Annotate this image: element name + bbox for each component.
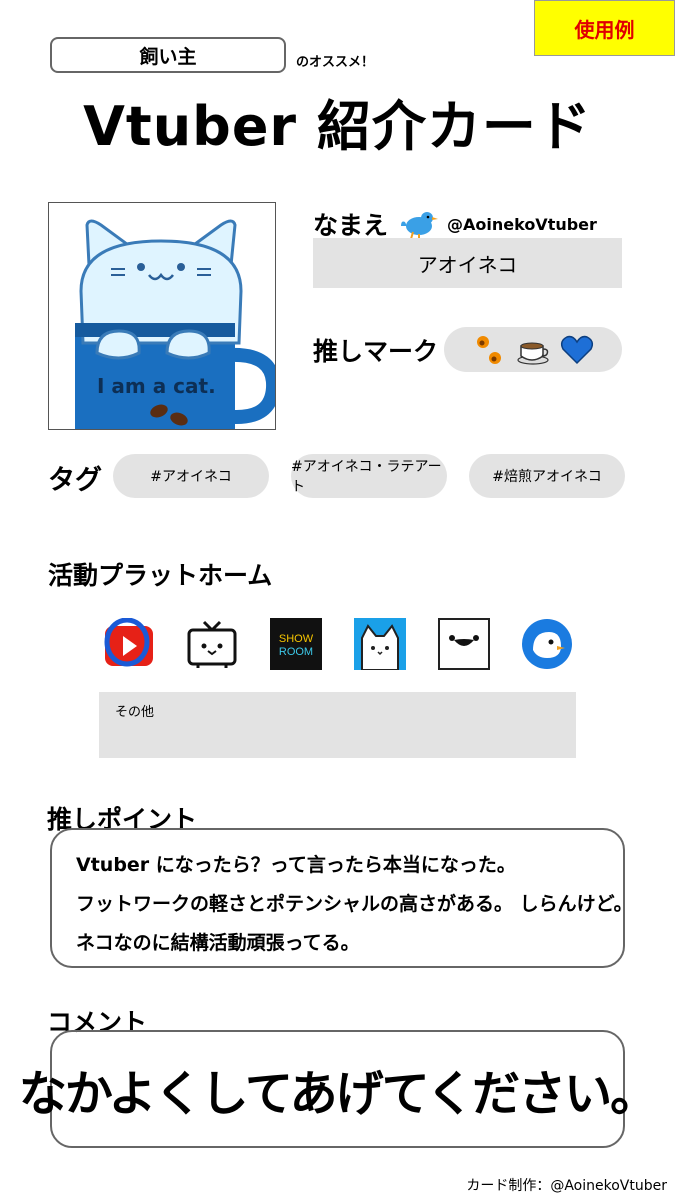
tag-item: #焙煎アオイネコ	[469, 454, 625, 498]
other-platforms-box: その他	[99, 692, 576, 758]
tag-item: #アオイネコ	[113, 454, 269, 498]
other-platforms-label: その他	[115, 705, 155, 720]
name-label: なまえ	[313, 211, 389, 240]
cat-app-icon[interactable]	[354, 618, 406, 670]
platform-label: 活動プラットホーム	[48, 561, 273, 590]
page-title: Vtuber 紹介カード	[83, 95, 592, 158]
cat-in-mug-illustration: I am a cat.	[75, 219, 275, 429]
comment-box: なかよくしてあげてください。	[19, 1030, 658, 1148]
paw-icon	[477, 335, 501, 364]
card-credit: カード制作：@AoinekoVtuber	[466, 1178, 667, 1194]
owner-box: 飼い主	[50, 37, 286, 73]
recommend-suffix: のオススメ！	[296, 55, 375, 70]
blue-heart-icon	[560, 335, 594, 364]
showroom-icon[interactable]: SHOW ROOM	[270, 618, 322, 670]
showroom-text-2: ROOM	[279, 646, 313, 658]
oshi-point-line: ネコなのに結構活動頑張ってる。	[76, 932, 360, 954]
coffee-cup-icon	[517, 342, 549, 365]
oshi-point-box: Vtuber になったら？って言ったら本当になった。 フットワークの軽さとポテン…	[50, 828, 633, 968]
tag-label: タグ	[48, 465, 102, 496]
oshi-point-line: フットワークの軽さとポテンシャルの高さがある。 しらんけど。	[76, 893, 633, 915]
showroom-text-1: SHOW	[279, 633, 314, 645]
twitter-bird-icon	[401, 212, 438, 240]
avatar-mug-text: I am a cat.	[97, 374, 216, 398]
face-app-icon[interactable]	[438, 618, 490, 670]
youtube-icon[interactable]	[103, 618, 155, 670]
usage-example-badge: 使用例	[534, 0, 675, 56]
tag-item: #アオイネコ・ラテアート	[291, 454, 447, 498]
bird-app-icon[interactable]	[521, 618, 573, 670]
niconico-icon[interactable]	[186, 618, 238, 670]
oshi-mark-label: 推しマーク	[313, 337, 439, 366]
twitter-handle: @AoinekoVtuber	[447, 215, 597, 234]
oshi-point-line: Vtuber になったら？って言ったら本当になった。	[76, 854, 516, 876]
avatar: I am a cat.	[48, 202, 276, 430]
oshi-mark-pill	[444, 327, 622, 372]
name-value-box: アオイネコ	[313, 238, 622, 288]
